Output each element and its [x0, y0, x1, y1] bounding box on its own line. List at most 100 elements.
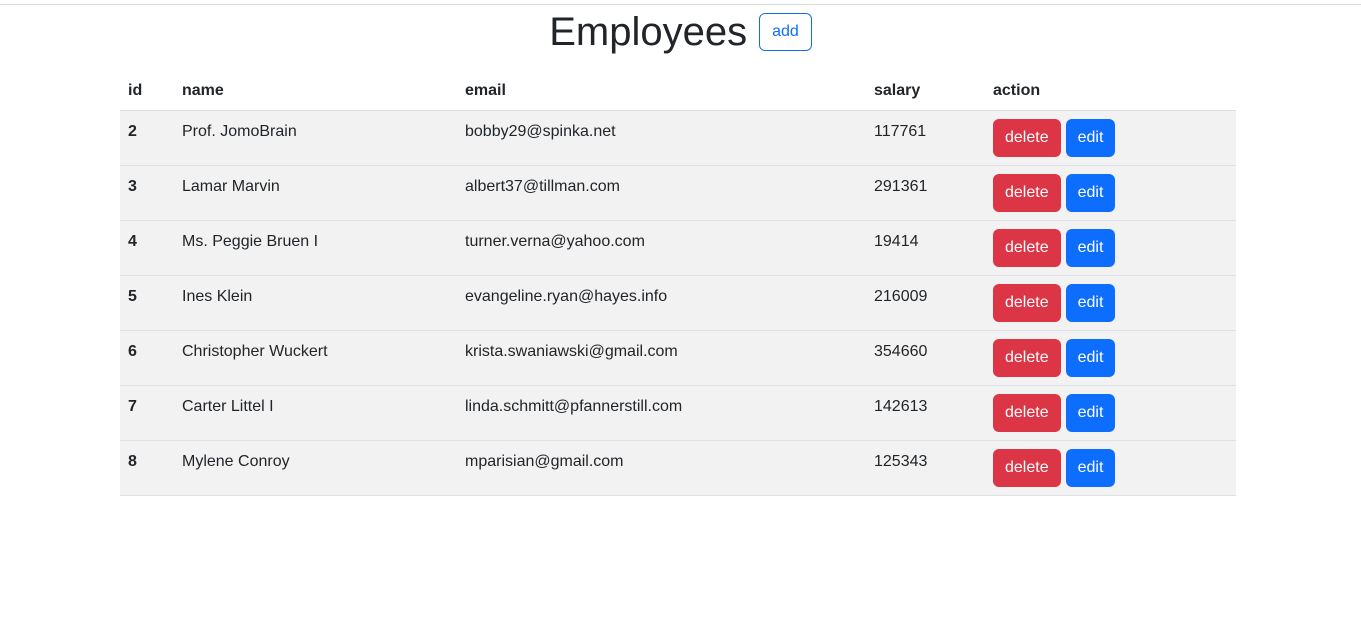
cell-id: 2: [120, 110, 174, 166]
table-row: 8 Mylene Conroy mparisian@gmail.com 125343 d…: [120, 440, 1236, 496]
employee-salary: 142613: [874, 398, 928, 415]
edit-button[interactable]: edit: [1065, 174, 1116, 212]
table-header-row: id name email salary action: [120, 72, 1236, 111]
cell-email: albert37@tillman.com: [457, 165, 866, 221]
employee-id: 8: [128, 453, 137, 470]
cell-id: 3: [120, 165, 174, 221]
delete-button[interactable]: delete: [993, 174, 1061, 212]
cell-name: Ines Klein: [174, 275, 457, 331]
employee-id: 2: [128, 123, 137, 140]
cell-salary: 216009: [866, 275, 985, 331]
cell-id: 8: [120, 440, 174, 496]
column-header-id: id: [120, 72, 174, 111]
employee-name: Christopher Wuckert: [182, 343, 328, 360]
employee-salary: 19414: [874, 233, 919, 250]
employee-id: 6: [128, 343, 137, 360]
column-header-email: email: [457, 72, 866, 111]
edit-button[interactable]: edit: [1065, 284, 1116, 322]
table-row: 5 Ines Klein evangeline.ryan@hayes.info 216…: [120, 275, 1236, 331]
employee-id: 3: [128, 178, 137, 195]
cell-email: krista.swaniawski@gmail.com: [457, 330, 866, 386]
edit-button[interactable]: edit: [1065, 339, 1116, 377]
employee-salary: 216009: [874, 288, 928, 305]
employee-name: Ines Klein: [182, 288, 253, 305]
edit-button[interactable]: edit: [1065, 229, 1116, 267]
cell-name: Lamar Marvin: [174, 165, 457, 221]
cell-email: evangeline.ryan@hayes.info: [457, 275, 866, 331]
cell-name: Carter Littel I: [174, 385, 457, 441]
employee-salary: 354660: [874, 343, 928, 360]
row-actions: delete edit: [993, 386, 1228, 432]
employee-salary: 125343: [874, 453, 928, 470]
table-row: 6 Christopher Wuckert krista.swaniawski@gm…: [120, 330, 1236, 386]
cell-name: Ms. Peggie Bruen I: [174, 220, 457, 276]
employee-email: mparisian@gmail.com: [465, 453, 624, 470]
cell-action: delete edit: [985, 220, 1236, 276]
row-actions: delete edit: [993, 221, 1228, 267]
cell-action: delete edit: [985, 440, 1236, 496]
row-actions: delete edit: [993, 441, 1228, 487]
table-row: 3 Lamar Marvin albert37@tillman.com 291361 d…: [120, 165, 1236, 221]
row-actions: delete edit: [993, 111, 1228, 157]
employee-name: Mylene Conroy: [182, 453, 290, 470]
employee-id: 5: [128, 288, 137, 305]
employee-name: Ms. Peggie Bruen I: [182, 233, 319, 250]
delete-button[interactable]: delete: [993, 394, 1061, 432]
cell-action: delete edit: [985, 385, 1236, 441]
cell-name: Prof. JomoBrain: [174, 110, 457, 166]
employee-id: 4: [128, 233, 137, 250]
cell-action: delete edit: [985, 275, 1236, 331]
row-actions: delete edit: [993, 166, 1228, 212]
edit-button[interactable]: edit: [1065, 119, 1116, 157]
cell-id: 7: [120, 385, 174, 441]
cell-id: 6: [120, 330, 174, 386]
employee-id: 7: [128, 398, 137, 415]
delete-button[interactable]: delete: [993, 229, 1061, 267]
delete-button[interactable]: delete: [993, 119, 1061, 157]
delete-button[interactable]: delete: [993, 449, 1061, 487]
employee-name: Carter Littel I: [182, 398, 274, 415]
employee-email: evangeline.ryan@hayes.info: [465, 288, 668, 305]
cell-action: delete edit: [985, 165, 1236, 221]
cell-email: linda.schmitt@pfannerstill.com: [457, 385, 866, 441]
employee-salary: 117761: [874, 123, 927, 140]
cell-salary: 142613: [866, 385, 985, 441]
cell-salary: 354660: [866, 330, 985, 386]
cell-salary: 291361: [866, 165, 985, 221]
column-header-action: action: [985, 72, 1236, 111]
table-row: 2 Prof. JomoBrain bobby29@spinka.net 117761…: [120, 110, 1236, 166]
cell-id: 4: [120, 220, 174, 276]
employee-email: linda.schmitt@pfannerstill.com: [465, 398, 683, 415]
cell-name: Mylene Conroy: [174, 440, 457, 496]
edit-button[interactable]: edit: [1065, 449, 1116, 487]
cell-email: turner.verna@yahoo.com: [457, 220, 866, 276]
edit-button[interactable]: edit: [1065, 394, 1116, 432]
employee-email: bobby29@spinka.net: [465, 123, 616, 140]
page-title: Employees: [549, 10, 748, 54]
delete-button[interactable]: delete: [993, 284, 1061, 322]
table-body: 2 Prof. JomoBrain bobby29@spinka.net 117761…: [120, 110, 1236, 496]
cell-action: delete edit: [985, 330, 1236, 386]
cell-salary: 125343: [866, 440, 985, 496]
cell-id: 5: [120, 275, 174, 331]
table-row: 4 Ms. Peggie Bruen I turner.verna@yahoo.co…: [120, 220, 1236, 276]
page-header: Employees add: [0, 10, 1361, 54]
cell-email: bobby29@spinka.net: [457, 110, 866, 166]
row-actions: delete edit: [993, 276, 1228, 322]
cell-salary: 19414: [866, 220, 985, 276]
top-divider: [0, 4, 1361, 5]
cell-email: mparisian@gmail.com: [457, 440, 866, 496]
add-employee-button[interactable]: add: [759, 13, 812, 51]
column-header-salary: salary: [866, 72, 985, 111]
table-row: 7 Carter Littel I linda.schmitt@pfannersti…: [120, 385, 1236, 441]
employee-salary: 291361: [874, 178, 928, 195]
employee-email: krista.swaniawski@gmail.com: [465, 343, 678, 360]
employee-name: Lamar Marvin: [182, 178, 280, 195]
row-actions: delete edit: [993, 331, 1228, 377]
cell-action: delete edit: [985, 110, 1236, 166]
employee-email: turner.verna@yahoo.com: [465, 233, 645, 250]
column-header-name: name: [174, 72, 457, 111]
employees-table: id name email salary action 2 Prof. JomoB…: [120, 72, 1236, 496]
cell-salary: 117761: [866, 110, 985, 166]
delete-button[interactable]: delete: [993, 339, 1061, 377]
